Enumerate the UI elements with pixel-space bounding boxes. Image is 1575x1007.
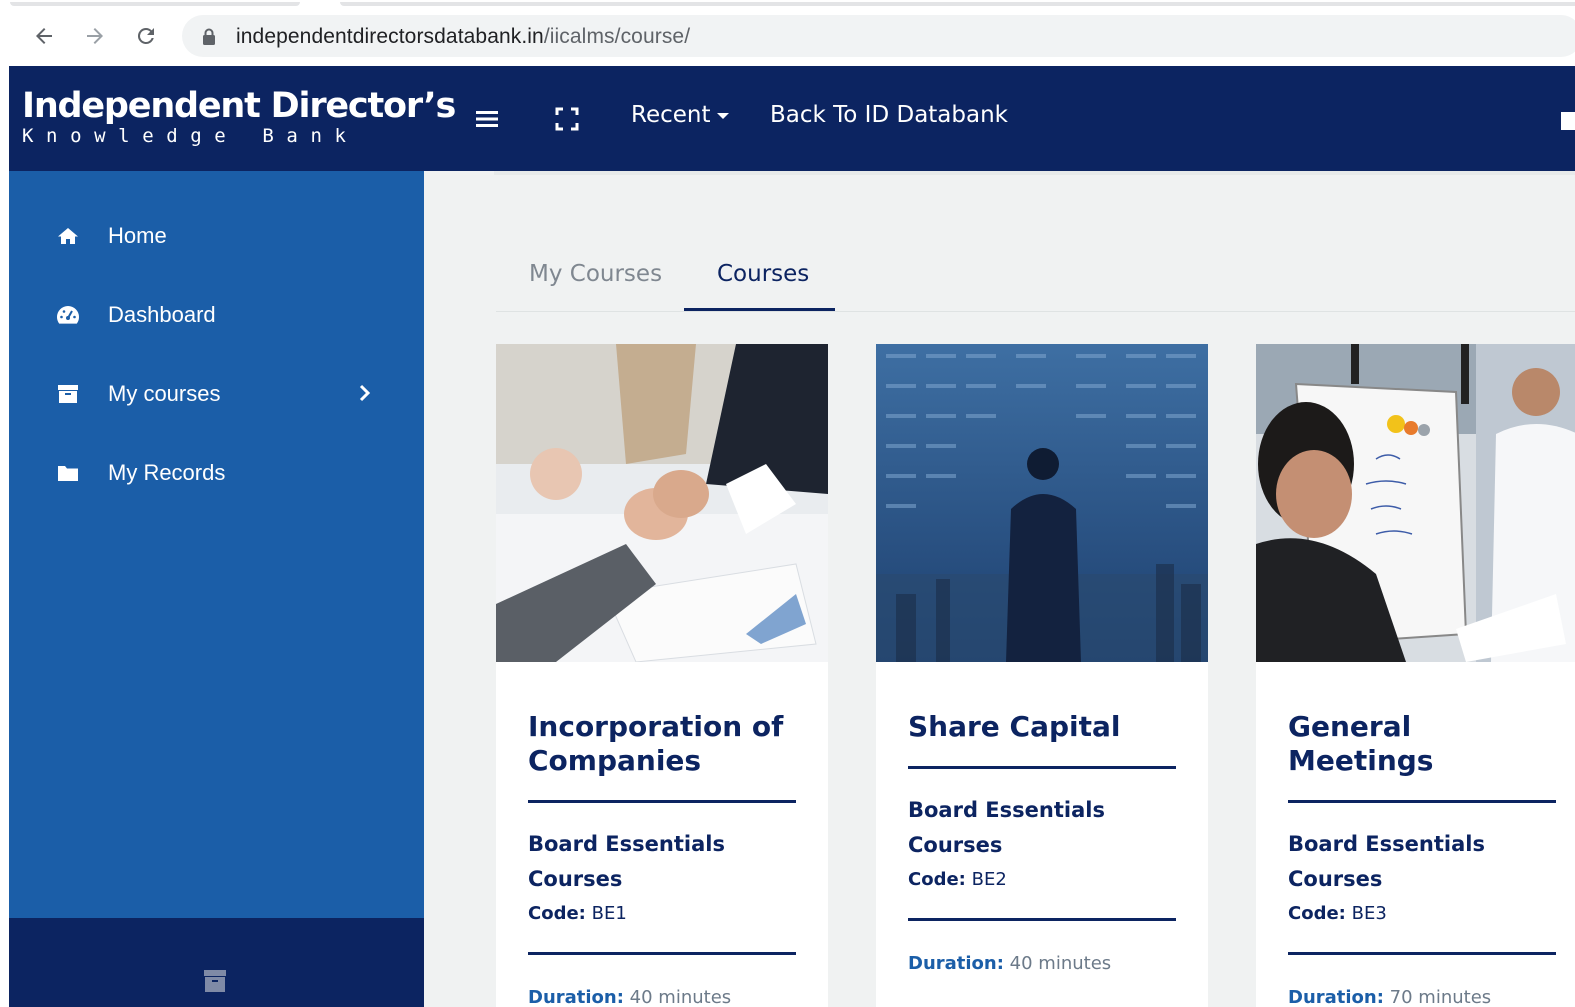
archive-icon: [55, 381, 81, 407]
course-image-handshake[interactable]: [496, 344, 828, 662]
divider: [1288, 952, 1556, 955]
back-arrow-icon[interactable]: [26, 18, 62, 54]
address-bar[interactable]: independentdirectorsdatabank.in/iicalms/…: [182, 15, 1575, 57]
sidebar-item-label: My Records: [108, 460, 226, 485]
browser-toolbar: independentdirectorsdatabank.in/iicalms/…: [0, 0, 1575, 66]
browser-tab[interactable]: [340, 2, 1575, 6]
course-card-body: General Meetings Board Essentials Course…: [1288, 662, 1556, 1007]
course-card-body: Incorporation of Companies Board Essenti…: [528, 662, 796, 1007]
url-host: independentdirectorsdatabank.in: [236, 25, 544, 48]
course-duration-label: Duration:: [528, 987, 624, 1007]
sidebar-item-label: Home: [108, 223, 167, 248]
url-path: /iicalms/course/: [543, 25, 691, 48]
course-card-body: Share Capital Board Essentials Courses C…: [908, 662, 1176, 974]
course-code-value: BE1: [591, 903, 627, 924]
course-category: Board Essentials Courses: [908, 798, 1105, 857]
mail-icon[interactable]: [1561, 112, 1575, 130]
course-image-meeting[interactable]: [1256, 344, 1575, 662]
recent-label: Recent: [631, 102, 711, 128]
browser-tab[interactable]: [10, 2, 300, 6]
course-duration-label: Duration:: [1288, 987, 1384, 1007]
sidebar: Home Dashboard My courses My Records: [9, 171, 424, 1007]
folder-icon: [55, 460, 81, 486]
course-duration: Duration: 40 minutes: [528, 987, 796, 1007]
course-code-label: Code:: [528, 903, 586, 924]
course-duration: Duration: 70 minutes: [1288, 987, 1556, 1007]
course-title[interactable]: Share Capital: [908, 710, 1176, 744]
tab-my-courses[interactable]: My Courses: [529, 261, 662, 287]
active-tab-indicator: [684, 308, 835, 311]
sidebar-item-my-courses[interactable]: My courses: [9, 364, 424, 424]
browser-tab-strip: [0, 0, 1575, 6]
logo-title: Independent Director’s: [22, 86, 456, 126]
site-logo[interactable]: Independent Director’s Knowledge Bank: [22, 86, 456, 147]
sidebar-item-my-records[interactable]: My Records: [9, 443, 424, 503]
course-title[interactable]: Incorporation of Companies: [528, 710, 796, 778]
course-title[interactable]: General Meetings: [1288, 710, 1556, 778]
course-code: Code: BE3: [1288, 903, 1556, 924]
caret-down-icon: [716, 112, 729, 119]
reload-icon[interactable]: [128, 18, 164, 54]
course-code: Code: BE1: [528, 903, 796, 924]
back-to-databank-link[interactable]: Back To ID Databank: [770, 102, 1008, 128]
lock-icon[interactable]: [202, 28, 216, 50]
course-card[interactable]: Incorporation of Companies Board Essenti…: [496, 344, 828, 1007]
forward-arrow-icon[interactable]: [77, 18, 113, 54]
course-image-stock-board[interactable]: [876, 344, 1208, 662]
sidebar-item-label: My courses: [108, 381, 221, 406]
chevron-right-icon[interactable]: [359, 384, 375, 404]
course-code-label: Code:: [908, 869, 966, 890]
course-code-value: BE3: [1351, 903, 1387, 924]
tab-courses[interactable]: Courses: [717, 261, 809, 287]
sidebar-footer: [9, 918, 424, 1007]
sidebar-item-label: Dashboard: [108, 302, 216, 327]
home-icon: [55, 223, 81, 249]
course-code-value: BE2: [971, 869, 1007, 890]
sidebar-item-dashboard[interactable]: Dashboard: [9, 285, 424, 345]
course-duration-value: 40 minutes: [1009, 953, 1112, 974]
divider: [528, 952, 796, 955]
fullscreen-icon[interactable]: [552, 104, 582, 134]
course-category: Board Essentials Courses: [528, 832, 725, 891]
archive-icon[interactable]: [203, 969, 227, 998]
main-content: My Courses Courses Incorporation of Comp…: [424, 171, 1575, 1007]
divider: [908, 918, 1176, 921]
menu-icon[interactable]: [472, 104, 502, 134]
course-duration-value: 70 minutes: [1389, 987, 1492, 1007]
divider: [1288, 800, 1556, 803]
course-duration-label: Duration:: [908, 953, 1004, 974]
course-duration-value: 40 minutes: [629, 987, 732, 1007]
dashboard-icon: [55, 302, 81, 328]
divider: [908, 766, 1176, 769]
course-card[interactable]: Share Capital Board Essentials Courses C…: [876, 344, 1208, 1007]
sidebar-item-home[interactable]: Home: [9, 206, 424, 266]
course-code: Code: BE2: [908, 869, 1176, 890]
course-card[interactable]: General Meetings Board Essentials Course…: [1256, 344, 1575, 1007]
logo-subtitle: Knowledge Bank: [22, 125, 359, 147]
course-code-label: Code:: [1288, 903, 1346, 924]
url-text[interactable]: independentdirectorsdatabank.in/iicalms/…: [236, 25, 690, 49]
course-tabs: My Courses Courses: [496, 171, 1575, 312]
course-duration: Duration: 40 minutes: [908, 953, 1176, 974]
divider: [528, 800, 796, 803]
recent-dropdown[interactable]: Recent: [631, 102, 729, 128]
course-category: Board Essentials Courses: [1288, 832, 1485, 891]
app-header: Independent Director’s Knowledge Bank Re…: [9, 66, 1575, 171]
